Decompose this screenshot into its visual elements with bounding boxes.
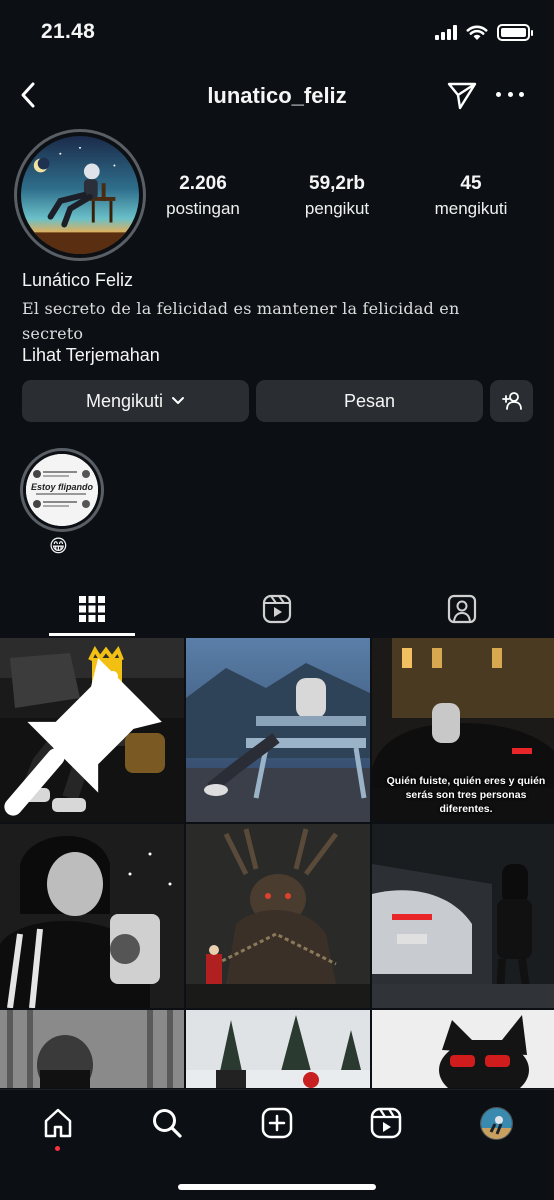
nav-reels[interactable] bbox=[369, 1106, 403, 1140]
following-count: 45 bbox=[460, 173, 482, 194]
more-options-button[interactable] bbox=[496, 80, 524, 108]
highlight-cover: Estoy flipando bbox=[26, 454, 98, 526]
top-nav: lunatico_feliz bbox=[0, 70, 554, 120]
bottom-navigation bbox=[0, 1089, 554, 1200]
suggested-accounts-button[interactable] bbox=[490, 380, 533, 422]
following-label: mengikuti bbox=[434, 199, 508, 218]
battery-icon bbox=[497, 24, 533, 41]
profile-tabs bbox=[0, 582, 554, 636]
post-thumbnail[interactable] bbox=[372, 824, 554, 1008]
message-button-label: Pesan bbox=[343, 390, 396, 411]
posts-count: 2.206 bbox=[179, 173, 227, 194]
tagged-person-icon bbox=[447, 594, 477, 624]
pinned-icon bbox=[4, 658, 162, 816]
post-thumbnail[interactable] bbox=[186, 1010, 370, 1088]
post-thumbnail[interactable] bbox=[186, 824, 370, 1008]
followers-stat[interactable]: 59,2rb pengikut bbox=[277, 173, 397, 219]
display-name: Lunático Feliz bbox=[22, 270, 134, 290]
status-bar: 21.48 bbox=[0, 0, 554, 64]
post-thumbnail[interactable] bbox=[0, 824, 184, 1008]
create-icon bbox=[261, 1107, 293, 1139]
followers-label: pengikut bbox=[304, 199, 370, 218]
post-thumbnail[interactable] bbox=[186, 638, 370, 822]
tab-reels[interactable] bbox=[185, 582, 369, 636]
post-thumbnail[interactable]: Quién fuiste, quién eres y quién serás s… bbox=[372, 638, 554, 822]
posts-grid: Quién fuiste, quién eres y quién serás s… bbox=[0, 638, 554, 1088]
followers-count: 59,2rb bbox=[309, 173, 365, 194]
profile-bio: El secreto de la felicidad es mantener l… bbox=[22, 299, 460, 343]
reels-icon bbox=[262, 594, 292, 624]
home-icon bbox=[44, 1108, 72, 1138]
status-time: 21.48 bbox=[41, 20, 96, 43]
cellular-signal-icon bbox=[435, 25, 457, 40]
following-button[interactable]: Mengikuti bbox=[22, 380, 249, 422]
grid-icon bbox=[79, 596, 105, 622]
add-person-icon bbox=[501, 392, 522, 410]
search-icon bbox=[153, 1109, 182, 1138]
profile-avatar bbox=[479, 1106, 513, 1140]
nav-create[interactable] bbox=[260, 1106, 294, 1140]
nav-profile[interactable] bbox=[479, 1106, 513, 1140]
wifi-icon bbox=[466, 25, 488, 40]
active-tab-indicator bbox=[49, 633, 135, 636]
highlight-label: 😁 bbox=[49, 536, 68, 556]
posts-count-stat[interactable]: 2.206 postingan bbox=[143, 173, 263, 219]
message-button[interactable]: Pesan bbox=[256, 380, 483, 422]
status-icons bbox=[435, 24, 533, 41]
home-notification-dot bbox=[55, 1146, 60, 1151]
tab-tagged[interactable] bbox=[370, 582, 554, 636]
highlight-cover-text: Estoy flipando bbox=[31, 482, 94, 492]
story-highlight[interactable]: Estoy flipando bbox=[20, 448, 104, 532]
nav-home[interactable] bbox=[41, 1106, 75, 1140]
post-caption-overlay: Quién fuiste, quién eres y quién serás s… bbox=[386, 775, 546, 815]
post-thumbnail[interactable] bbox=[0, 638, 184, 822]
tab-posts[interactable] bbox=[0, 582, 184, 636]
home-indicator[interactable] bbox=[178, 1184, 376, 1190]
send-icon bbox=[447, 82, 477, 110]
following-stat[interactable]: 45 mengikuti bbox=[411, 173, 531, 219]
reels-icon bbox=[370, 1107, 402, 1139]
post-thumbnail[interactable] bbox=[372, 1010, 554, 1088]
following-button-label: Mengikuti bbox=[85, 390, 164, 411]
more-icon bbox=[496, 91, 501, 97]
nav-search[interactable] bbox=[150, 1106, 184, 1140]
share-profile-button[interactable] bbox=[446, 79, 478, 111]
see-translation-link[interactable]: Lihat Terjemahan bbox=[22, 345, 160, 366]
profile-picture bbox=[21, 136, 139, 254]
posts-label: postingan bbox=[166, 199, 240, 218]
profile-avatar[interactable] bbox=[14, 129, 146, 261]
post-thumbnail[interactable] bbox=[0, 1010, 184, 1088]
chevron-down-icon bbox=[172, 397, 185, 404]
battery-level bbox=[501, 28, 526, 37]
